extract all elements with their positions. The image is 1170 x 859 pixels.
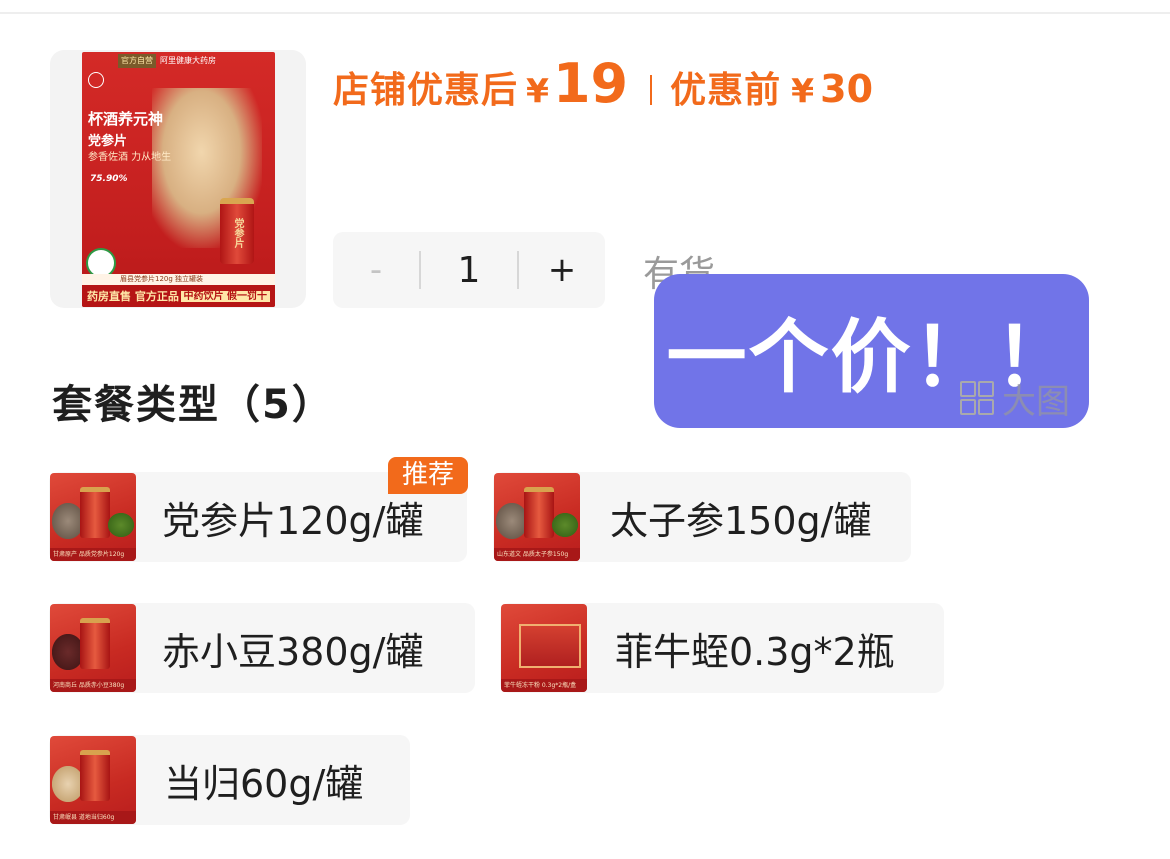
price-after-label: 店铺优惠后 (333, 70, 519, 111)
option-label: 太子参150g/罐 (610, 498, 872, 543)
thumb-band: 甘肃原产 品质党参片120g (50, 548, 136, 561)
option-feiniuzhi[interactable]: 菲牛蛭冻干粉 0.3g*2瓶/盒 菲牛蛭0.3g*2瓶 (500, 603, 944, 693)
price-before-value: 30 (820, 67, 874, 111)
brand-logo-icon (88, 72, 104, 88)
price-before-label: 优惠前 (670, 70, 782, 111)
decrease-quantity-button[interactable]: - (333, 232, 419, 308)
option-thumbnail: 甘肃原产 品质党参片120g (50, 473, 136, 561)
jar-label: 党参片 (232, 218, 243, 248)
option-taizishen[interactable]: 山东道文 品质太子参150g 太子参150g/罐 (493, 472, 911, 562)
thumb-jar (80, 487, 110, 538)
price-before-currency: ¥ (791, 71, 815, 110)
option-thumbnail: 甘肃岷县 道地当归60g (50, 736, 136, 824)
price-separator (650, 75, 653, 105)
option-label: 党参片120g/罐 (162, 498, 424, 543)
thumb-band: 河南商丘 品质赤小豆380g (50, 679, 136, 692)
thumb-jar (524, 487, 554, 538)
product-image[interactable]: 官方自营 阿里健康大药房 杯酒养元神 党参片 参香佐酒 力从地生 75.90% … (82, 52, 275, 307)
package-type-title: 套餐类型（5） (52, 382, 334, 428)
quantity-stepper: - 1 + (333, 232, 605, 308)
option-thumbnail: 河南商丘 品质赤小豆380g (50, 604, 136, 692)
price-row: 店铺优惠后 ¥ 19 优惠前 ¥ 30 (333, 52, 873, 116)
big-view-toggle[interactable]: 大图 (958, 374, 1070, 423)
store-badge: 阿里健康大药房 (160, 56, 216, 65)
recommend-tag: 推荐 (388, 457, 468, 494)
thumb-herb (552, 513, 578, 537)
product-image-title: 杯酒养元神 (88, 110, 164, 128)
product-image-band: 眉县党参片120g 独立罐装 (82, 274, 275, 285)
option-chixiaodou[interactable]: 河南商丘 品质赤小豆380g 赤小豆380g/罐 (49, 603, 475, 693)
thumb-box (519, 624, 581, 668)
option-label: 当归60g/罐 (164, 761, 364, 806)
product-image-subtitle: 党参片 (88, 134, 128, 149)
option-danggui[interactable]: 甘肃岷县 道地当归60g 当归60g/罐 (49, 735, 410, 825)
top-divider (0, 12, 1170, 14)
thumb-jar (80, 618, 110, 669)
option-thumbnail: 山东道文 品质太子参150g (494, 473, 580, 561)
quantity-value[interactable]: 1 (421, 250, 517, 291)
price-after-value: 19 (552, 52, 629, 115)
big-view-label: 大图 (1002, 382, 1070, 422)
price-after-currency: ¥ (526, 71, 549, 110)
option-thumbnail: 菲牛蛭冻干粉 0.3g*2瓶/盒 (501, 604, 587, 692)
product-image-bottom-left: 药房直售 官方正品 (87, 290, 179, 303)
product-image-stat: 75.90% (90, 174, 128, 184)
product-image-slogan: 参香佐酒 力从地生 (88, 152, 172, 163)
product-jar: 党参片 (220, 198, 254, 264)
option-label: 菲牛蛭0.3g*2瓶 (615, 629, 895, 674)
thumb-band: 菲牛蛭冻干粉 0.3g*2瓶/盒 (501, 679, 587, 692)
thumb-herb (108, 513, 134, 537)
product-image-frame[interactable]: 官方自营 阿里健康大药房 杯酒养元神 党参片 参香佐酒 力从地生 75.90% … (50, 50, 306, 308)
thumb-band: 山东道文 品质太子参150g (494, 548, 580, 561)
thumb-jar (80, 750, 110, 801)
grid-view-icon (958, 379, 998, 419)
product-image-top-badges: 官方自营 阿里健康大药房 (118, 54, 216, 68)
product-image-bottom-bar: 药房直售 官方正品 中药饮片 假一罚十 (82, 285, 275, 307)
option-label: 赤小豆380g/罐 (162, 629, 424, 674)
thumb-band: 甘肃岷县 道地当归60g (50, 811, 136, 824)
official-badge: 官方自营 (118, 54, 156, 68)
product-image-bottom-right: 中药饮片 假一罚十 (180, 290, 270, 302)
increase-quantity-button[interactable]: + (519, 232, 605, 308)
